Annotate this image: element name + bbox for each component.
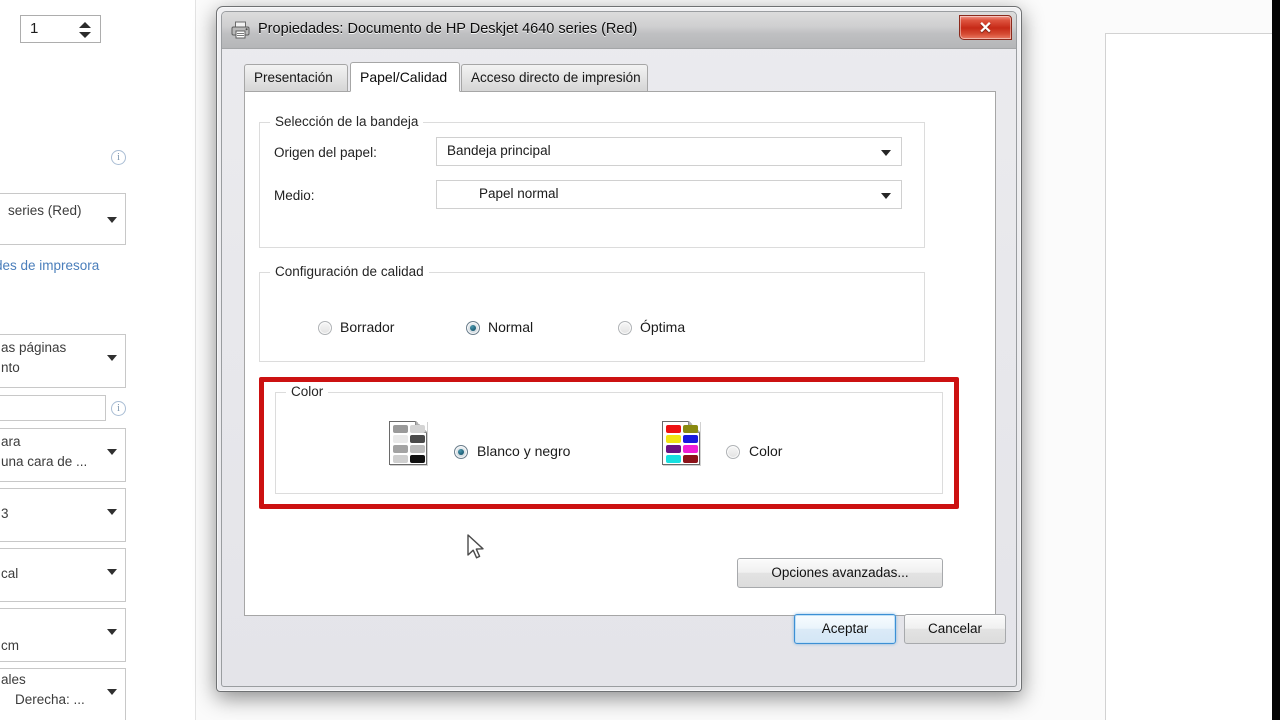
ok-button[interactable]: Aceptar [794, 614, 896, 644]
printer-info-icon[interactable]: i [111, 150, 126, 165]
cancel-button[interactable]: Cancelar [904, 614, 1006, 644]
document-page-preview [1105, 33, 1280, 720]
duplex-select[interactable]: ara una cara de ... [0, 428, 126, 482]
paper-size-value: cm [1, 638, 19, 653]
printer-icon [231, 21, 250, 39]
chevron-down-icon [107, 569, 117, 575]
advanced-options-label: Opciones avanzadas... [771, 565, 909, 580]
chevron-down-icon [107, 629, 117, 635]
grayscale-swatches [393, 425, 425, 463]
pages-input[interactable] [0, 395, 106, 421]
tray-selection-title: Selección de la bandeja [270, 114, 424, 129]
tab-label: Papel/Calidad [360, 69, 448, 85]
print-range-line2: nto [1, 360, 20, 375]
margins-select[interactable]: ales Derecha: ... [0, 668, 126, 720]
margins-line1: ales [1, 672, 26, 687]
print-range-line1: as páginas [1, 340, 67, 355]
pages-info-icon[interactable]: i [111, 401, 126, 416]
tab-label: Presentación [254, 70, 333, 85]
printer-properties-dialog: Propiedades: Documento de HP Deskjet 464… [216, 6, 1022, 692]
radio-borrador[interactable] [318, 321, 332, 335]
duplex-line2: una cara de ... [1, 454, 88, 469]
dialog-titlebar[interactable]: Propiedades: Documento de HP Deskjet 464… [222, 12, 1016, 49]
collate-value: 3 [1, 506, 9, 521]
chevron-down-icon [107, 689, 117, 695]
printer-select-value: series (Red) [8, 203, 82, 218]
dialog-title: Propiedades: Documento de HP Deskjet 464… [258, 21, 638, 37]
tab-papel-calidad[interactable]: Papel/Calidad [350, 62, 460, 92]
paper-source-label: Origen del papel: [274, 145, 377, 160]
copies-value: 1 [30, 20, 39, 37]
tab-panel-papel-calidad: Selección de la bandeja Origen del papel… [244, 91, 996, 616]
printer-properties-link[interactable]: des de impresora [0, 258, 99, 273]
tray-selection-group: Selección de la bandeja Origen del papel… [259, 114, 925, 248]
tab-acceso-directo[interactable]: Acceso directo de impresión [461, 64, 648, 92]
radio-normal[interactable] [466, 321, 480, 335]
radio-color[interactable] [726, 445, 740, 459]
orientation-select[interactable]: cal [0, 548, 126, 602]
color-page-icon [662, 421, 700, 465]
paper-source-value: Bandeja principal [447, 143, 551, 158]
media-label: Medio: [274, 188, 315, 203]
close-icon: ✕ [978, 20, 993, 37]
radio-label: Borrador [340, 319, 395, 335]
margins-line2: Derecha: ... [15, 692, 85, 707]
printer-select[interactable]: series (Red) [0, 193, 126, 245]
radio-label: Color [749, 443, 783, 459]
duplex-line1: ara [1, 434, 21, 449]
paper-size-select[interactable]: cm [0, 608, 126, 662]
screen-right-edge [1272, 0, 1280, 720]
print-range-select[interactable]: as páginas nto [0, 334, 126, 388]
cancel-label: Cancelar [927, 621, 983, 636]
tab-presentacion[interactable]: Presentación [244, 64, 348, 92]
advanced-options-button[interactable]: Opciones avanzadas... [737, 558, 943, 588]
orientation-value: cal [1, 566, 19, 581]
chevron-down-icon [107, 509, 117, 515]
tab-label: Acceso directo de impresión [471, 70, 641, 85]
stepper-down-icon[interactable] [79, 32, 91, 38]
ok-label: Aceptar [821, 621, 869, 636]
radio-label: Óptima [640, 319, 686, 335]
color-group: Color Blanco y negro Color [275, 384, 943, 494]
media-value: Papel normal [479, 186, 559, 201]
chevron-down-icon [107, 449, 117, 455]
copies-stepper[interactable]: 1 [20, 15, 101, 43]
chevron-down-icon [881, 193, 891, 199]
close-button[interactable]: ✕ [959, 15, 1012, 40]
color-group-title: Color [286, 384, 329, 399]
radio-label: Normal [488, 319, 534, 335]
chevron-down-icon [881, 150, 891, 156]
quality-settings-title: Configuración de calidad [270, 264, 429, 279]
collate-select[interactable]: 3 [0, 488, 126, 542]
grayscale-page-icon [389, 421, 427, 465]
chevron-down-icon [107, 355, 117, 361]
dialog-body: Propiedades: Documento de HP Deskjet 464… [221, 11, 1017, 687]
radio-blanco-y-negro[interactable] [454, 445, 468, 459]
chevron-down-icon [107, 217, 117, 223]
quality-settings-group: Configuración de calidad Borrador Normal… [259, 264, 925, 362]
paper-source-select[interactable]: Bandeja principal [436, 137, 902, 166]
radio-optima[interactable] [618, 321, 632, 335]
color-swatches [666, 425, 698, 463]
word-print-pane: 1 i series (Red) des de impresora as pág… [0, 0, 196, 720]
media-select[interactable]: Papel normal [436, 180, 902, 209]
stepper-up-icon[interactable] [79, 22, 91, 28]
radio-label: Blanco y negro [477, 443, 571, 459]
